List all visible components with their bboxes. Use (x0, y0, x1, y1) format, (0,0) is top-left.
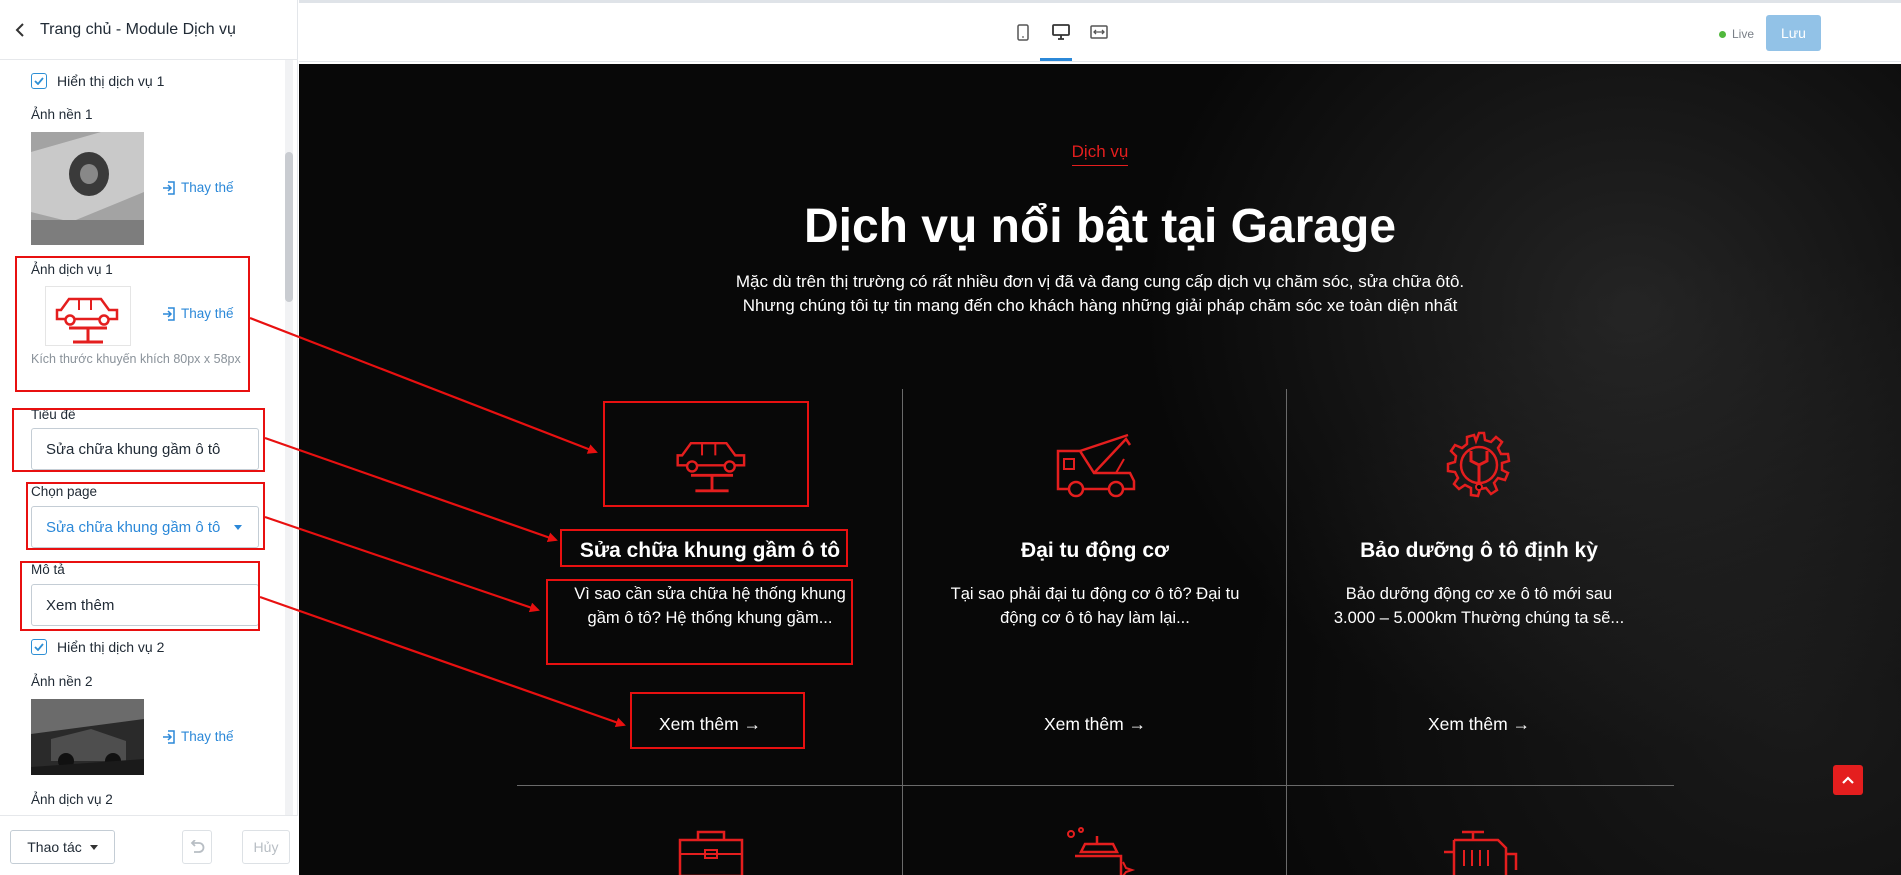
replace-icon (163, 180, 175, 195)
car-lift-icon (55, 297, 119, 344)
actions-label: Thao tác (27, 839, 82, 855)
service-4-icon (671, 826, 751, 875)
fullwidth-view-button[interactable] (1090, 21, 1108, 43)
back-to-top-button[interactable] (1833, 765, 1863, 795)
caret-down-icon (234, 524, 242, 530)
car-lift-icon (676, 441, 746, 493)
description-input[interactable]: Xem thêm (31, 584, 259, 626)
title-input-value: Sửa chữa khung gầm ô tô (46, 440, 221, 458)
actions-dropdown-button[interactable]: Thao tác (10, 830, 115, 864)
replace-label: Thay thế (181, 180, 234, 195)
service-image-2-label: Ảnh dịch vụ 2 (31, 792, 113, 807)
replace-icon (163, 306, 175, 321)
fullwidth-icon (1090, 25, 1108, 39)
live-dot (1719, 30, 1726, 38)
mobile-icon (1017, 23, 1029, 41)
replace-icon (163, 729, 175, 744)
service-3-description: Bảo dưỡng động cơ xe ô tô mới sau 3.000 … (1333, 585, 1625, 627)
checkbox-checked-icon (31, 639, 47, 655)
gear-wrench-icon (1446, 431, 1511, 498)
description-label: Mô tả (31, 562, 65, 577)
device-switcher (1014, 21, 1108, 43)
service-2-description: Tại sao phải đại tu động cơ ô tô? Đại tu… (950, 585, 1240, 627)
active-device-indicator (1040, 58, 1072, 61)
site-preview[interactable]: Dịch vụ Dịch vụ nổi bật tại Garage Mặc d… (299, 64, 1901, 875)
show-service-2-label: Hiển thị dịch vụ 2 (57, 639, 165, 655)
service-image-1-label: Ảnh dịch vụ 1 (31, 262, 113, 277)
grid-divider (517, 785, 1674, 786)
back-button[interactable] (0, 0, 40, 60)
size-hint: Kích thước khuyến khích 80px x 58px (31, 352, 241, 366)
car-wash-icon (1067, 827, 1136, 875)
desktop-icon (1052, 24, 1070, 40)
replace-label: Thay thế (181, 306, 234, 321)
title-input[interactable]: Sửa chữa khung gầm ô tô (31, 428, 259, 470)
service-3-icon (1439, 426, 1519, 506)
replace-label: Thay thế (181, 729, 234, 744)
page-select-label: Chọn page (31, 484, 98, 499)
save-button[interactable]: Lưu (1766, 15, 1821, 51)
service-2-title: Đại tu động cơ (1021, 539, 1169, 562)
service-2-icon (1051, 430, 1141, 500)
section-description: Mặc dù trên thị trường có rất nhiều đơn … (299, 270, 1901, 318)
engine-icon (1444, 830, 1518, 875)
desktop-view-button[interactable] (1052, 21, 1070, 43)
title-label: Tiêu đề (31, 407, 76, 422)
service-1-title: Sửa chữa khung gầm ô tô (579, 539, 841, 562)
mobile-view-button[interactable] (1014, 21, 1032, 43)
service-1-read-more-link[interactable]: Xem thêm → (517, 714, 903, 735)
cancel-button[interactable]: Hủy (242, 830, 290, 864)
section-label: Dịch vụ (299, 142, 1901, 166)
service-1-icon (669, 430, 755, 494)
settings-sidebar: Trang chủ - Module Dịch vụ Hiển thị dịch… (0, 0, 298, 875)
chevron-up-icon (1842, 776, 1854, 784)
sidebar-scrollbar[interactable] (285, 60, 293, 815)
service-3-title: Bảo dưỡng ô tô định kỳ (1360, 539, 1598, 562)
grid-divider (902, 389, 903, 875)
sidebar-footer: Thao tác Hủy (0, 815, 298, 875)
replace-service-image-1-button[interactable]: Thay thế (162, 306, 234, 321)
checkbox-checked-icon (31, 73, 47, 89)
grid-divider (1286, 389, 1287, 875)
bg-image-1-thumbnail (31, 132, 144, 245)
page-select[interactable]: Sửa chữa khung gầm ô tô (31, 506, 259, 548)
editor-topbar: Live Lưu (299, 0, 1901, 62)
replace-bg-image-2-button[interactable]: Thay thế (162, 729, 234, 744)
service-image-1-thumbnail (45, 286, 131, 346)
sidebar-title: Trang chủ - Module Dịch vụ (40, 20, 236, 38)
bg-image-2-thumbnail (31, 699, 144, 775)
sidebar-header: Trang chủ - Module Dịch vụ (0, 0, 298, 60)
description-input-value: Xem thêm (46, 596, 115, 614)
live-status: Live (1719, 27, 1754, 41)
section-title: Dịch vụ nổi bật tại Garage (803, 200, 1397, 253)
show-service-2-checkbox[interactable]: Hiển thị dịch vụ 2 (31, 639, 164, 655)
page-select-value: Sửa chữa khung gầm ô tô (46, 518, 221, 536)
sidebar-scrollbar-thumb[interactable] (285, 152, 293, 302)
car-hood-icon (1056, 433, 1136, 498)
replace-bg-image-1-button[interactable]: Thay thế (162, 180, 234, 195)
service-3-read-more-link[interactable]: Xem thêm → (1286, 714, 1672, 735)
section-description-line-1: Mặc dù trên thị trường có rất nhiều đơn … (735, 272, 1465, 291)
service-1-description: Vì sao cần sửa chữa hệ thống khung gầm ô… (574, 585, 846, 627)
caret-down-icon (89, 844, 98, 850)
bg-image-1-label: Ảnh nền 1 (31, 107, 93, 122)
undo-icon (190, 840, 205, 853)
bg-image-2-label: Ảnh nền 2 (31, 674, 93, 689)
service-2-read-more-link[interactable]: Xem thêm → (902, 714, 1288, 735)
show-service-1-label: Hiển thị dịch vụ 1 (57, 73, 165, 89)
service-5-icon (1054, 826, 1140, 875)
live-label: Live (1732, 27, 1755, 41)
service-6-icon (1439, 826, 1521, 875)
section-description-line-2: Nhưng chúng tôi tự tin mang đến cho khác… (742, 296, 1458, 315)
back-arrow-icon (15, 22, 24, 37)
undo-button[interactable] (182, 830, 212, 864)
toolbox-icon (678, 830, 744, 875)
show-service-1-checkbox[interactable]: Hiển thị dịch vụ 1 (31, 73, 164, 89)
sidebar-scroll-area[interactable]: Hiển thị dịch vụ 1 Ảnh nền 1 Thay thế Ản… (0, 60, 298, 815)
